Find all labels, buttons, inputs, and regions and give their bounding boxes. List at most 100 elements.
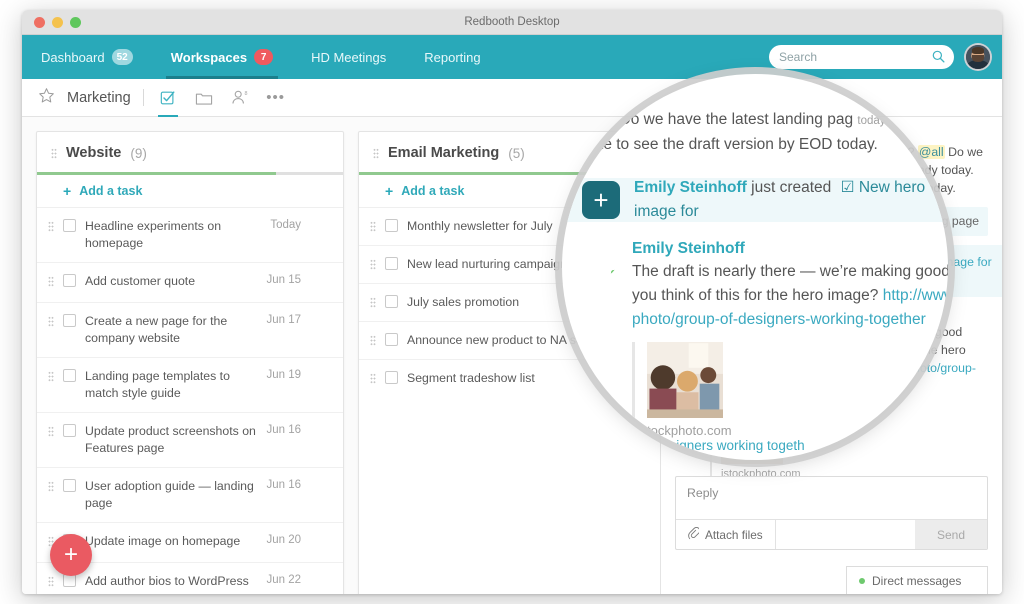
search-icon[interactable] bbox=[932, 50, 945, 68]
add-task-label: Add a task bbox=[79, 184, 143, 198]
drag-handle-icon[interactable] bbox=[48, 371, 54, 382]
folder-icon[interactable] bbox=[192, 79, 216, 117]
column-header: Website (9) bbox=[37, 132, 343, 172]
avatar[interactable] bbox=[310, 366, 331, 387]
task-name: Landing page templates to match style gu… bbox=[85, 369, 230, 400]
nav-items: Dashboard 52 Workspaces 7 HD Meetings Re… bbox=[22, 35, 500, 79]
table-row[interactable]: User adoption guide — landing page Jun 1… bbox=[37, 468, 343, 523]
avatar[interactable] bbox=[310, 216, 331, 237]
task-checkbox[interactable] bbox=[63, 424, 76, 437]
search-placeholder: Search bbox=[779, 50, 818, 64]
drag-handle-icon[interactable] bbox=[48, 481, 54, 492]
add-task-button-website[interactable]: + Add a task bbox=[37, 175, 343, 208]
task-date: Today bbox=[270, 219, 301, 231]
attach-files-label: Attach files bbox=[705, 527, 763, 542]
online-dot-icon bbox=[609, 268, 618, 277]
lens-message-line-2: you think of this for the hero image? ht… bbox=[632, 284, 948, 308]
table-row[interactable]: Update product screenshots on Features p… bbox=[37, 413, 343, 468]
lens-activity-who[interactable]: Emily Steinhoff bbox=[634, 179, 747, 196]
attach-files-button[interactable]: Attach files bbox=[676, 520, 776, 549]
user-avatar bbox=[966, 45, 990, 69]
toolbar-divider bbox=[142, 89, 144, 106]
task-date: Jun 17 bbox=[266, 314, 301, 326]
nav-item-workspaces[interactable]: Workspaces 7 bbox=[152, 35, 292, 79]
task-checkbox[interactable] bbox=[63, 274, 76, 287]
avatar[interactable] bbox=[310, 531, 331, 552]
lens-preview-title[interactable]: f designers working togeth bbox=[647, 438, 948, 453]
drag-handle-icon[interactable] bbox=[370, 373, 376, 384]
task-checkbox[interactable] bbox=[385, 371, 398, 384]
task-list-website: Headline experiments on homepage Today A… bbox=[37, 208, 343, 594]
lens-message-line-3[interactable]: photo/group-of-designers-working-togethe… bbox=[632, 308, 948, 332]
task-date: Jun 16 bbox=[266, 479, 301, 491]
nav-item-label: Workspaces bbox=[170, 49, 248, 65]
people-icon[interactable]: 8 bbox=[228, 79, 252, 117]
direct-messages-label: Direct messages bbox=[872, 573, 962, 588]
drag-handle-icon[interactable] bbox=[48, 316, 54, 327]
nav-item-hd-meetings[interactable]: HD Meetings bbox=[292, 35, 405, 79]
avatar[interactable] bbox=[310, 311, 331, 332]
star-outline-icon[interactable] bbox=[38, 87, 55, 109]
lens-message-line-1: The draft is nearly there — we’re making… bbox=[632, 263, 948, 280]
drag-handle-icon[interactable] bbox=[48, 576, 54, 587]
drag-handle-icon[interactable] bbox=[370, 297, 376, 308]
task-name: Update product screenshots on Features p… bbox=[85, 424, 256, 455]
task-checkbox[interactable] bbox=[63, 369, 76, 382]
reply-spacer bbox=[776, 520, 915, 549]
task-date: Jun 16 bbox=[266, 424, 301, 436]
task-date: Jun 20 bbox=[266, 534, 301, 546]
table-row[interactable]: Create a new page for the company websit… bbox=[37, 303, 343, 358]
search-input[interactable]: Search bbox=[769, 45, 954, 69]
task-checkbox[interactable] bbox=[63, 479, 76, 492]
lens-line-2: I’d like to see the draft version by EOD… bbox=[568, 136, 878, 153]
add-task-fab-icon[interactable]: + bbox=[50, 534, 92, 576]
lens-mention-all[interactable]: @all bbox=[580, 111, 616, 128]
lens-activity-row[interactable]: + Emily Steinhoff just created ☑ New her… bbox=[562, 178, 948, 222]
avatar[interactable] bbox=[964, 43, 992, 71]
reply-input[interactable]: Reply bbox=[676, 477, 987, 519]
drag-handle-icon[interactable] bbox=[373, 147, 379, 159]
task-checkbox[interactable] bbox=[385, 295, 398, 308]
task-checkbox[interactable] bbox=[63, 219, 76, 232]
magnified-content: @all Do we have the latest landing pag t… bbox=[562, 74, 948, 460]
task-checkbox[interactable] bbox=[385, 333, 398, 346]
drag-handle-icon[interactable] bbox=[370, 259, 376, 270]
task-checkbox[interactable] bbox=[385, 219, 398, 232]
lens-line-1: @all Do we have the latest landing pag t… bbox=[580, 108, 948, 133]
avatar[interactable] bbox=[310, 421, 331, 442]
window-titlebar: Redbooth Desktop bbox=[22, 10, 1002, 35]
drag-handle-icon[interactable] bbox=[48, 221, 54, 232]
lens-message-line-2a: you think of this for the hero image? bbox=[632, 287, 883, 304]
nav-item-dashboard[interactable]: Dashboard 52 bbox=[22, 35, 152, 79]
table-row[interactable]: Add customer quote Jun 15 bbox=[37, 263, 343, 303]
avatar[interactable] bbox=[310, 271, 331, 292]
direct-messages-tab[interactable]: Direct messages bbox=[846, 566, 988, 594]
lens-message-link[interactable]: http://www.istockp bbox=[883, 287, 948, 304]
drag-handle-icon[interactable] bbox=[51, 147, 57, 159]
task-checkbox[interactable] bbox=[385, 257, 398, 270]
task-name: Add customer quote bbox=[85, 274, 196, 288]
emily-avatar[interactable] bbox=[580, 240, 618, 278]
task-name: User adoption guide — landing page bbox=[85, 479, 254, 510]
table-row[interactable]: Headline experiments on homepage Today bbox=[37, 208, 343, 263]
task-date: Jun 22 bbox=[266, 574, 301, 586]
task-check-icon: ☑ bbox=[840, 179, 855, 196]
task-date: Jun 15 bbox=[266, 274, 301, 286]
designers-photo-thumbnail[interactable] bbox=[647, 342, 723, 418]
send-button[interactable]: Send bbox=[915, 520, 987, 549]
lens-preview-caption: tockphoto.com bbox=[647, 423, 732, 438]
nav-right-group: Search bbox=[769, 35, 992, 79]
task-checkbox[interactable] bbox=[63, 314, 76, 327]
tasks-checkbox-icon[interactable] bbox=[156, 79, 180, 117]
drag-handle-icon[interactable] bbox=[48, 426, 54, 437]
reply-footer: Attach files Send bbox=[676, 519, 987, 549]
avatar[interactable] bbox=[310, 476, 331, 497]
plus-icon: + bbox=[63, 183, 72, 199]
drag-handle-icon[interactable] bbox=[48, 276, 54, 287]
drag-handle-icon[interactable] bbox=[370, 221, 376, 232]
table-row[interactable]: Landing page templates to match style gu… bbox=[37, 358, 343, 413]
drag-handle-icon[interactable] bbox=[370, 335, 376, 346]
avatar[interactable] bbox=[310, 571, 331, 592]
nav-item-reporting[interactable]: Reporting bbox=[405, 35, 499, 79]
more-options-icon[interactable]: ••• bbox=[264, 79, 288, 117]
